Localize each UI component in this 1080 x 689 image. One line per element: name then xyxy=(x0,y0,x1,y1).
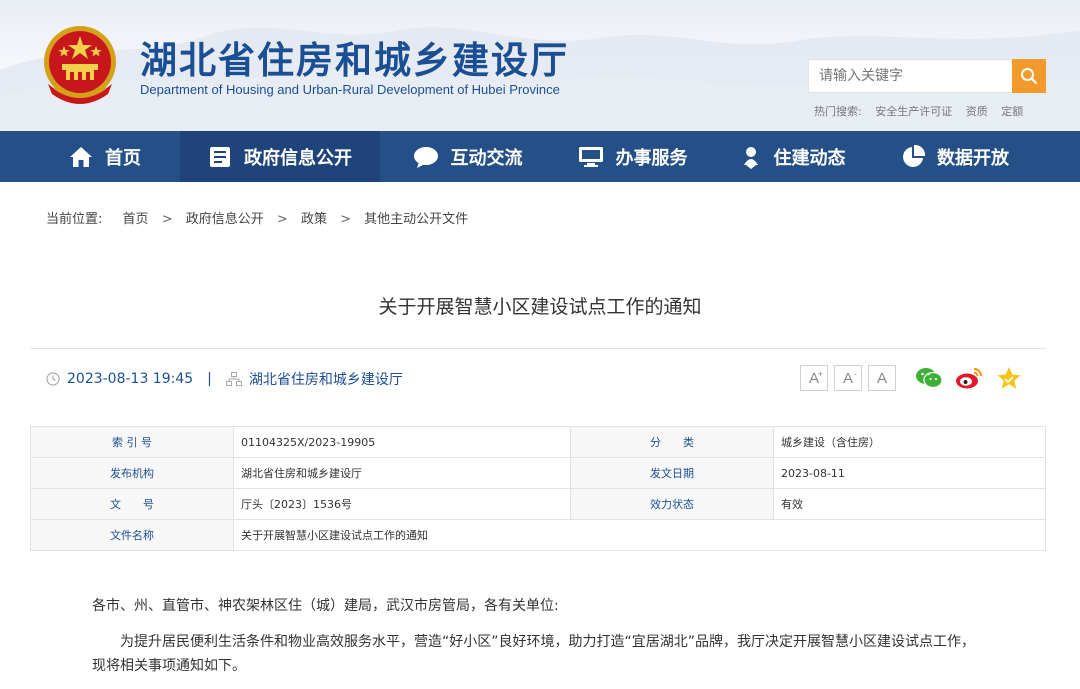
nav-item-label: 互动交流 xyxy=(450,147,523,169)
info-value: 城乡建设（含住房） xyxy=(773,426,1046,458)
home-icon xyxy=(70,146,92,167)
breadcrumb-separator: > xyxy=(276,212,288,227)
weibo-icon xyxy=(956,368,982,389)
info-key: 发文日期 xyxy=(570,457,774,489)
info-value: 01104325X/2023-19905 xyxy=(233,426,571,458)
breadcrumb-item-gov-info[interactable]: 政府信息公开 xyxy=(186,212,264,227)
nav-item-label: 数据开放 xyxy=(937,147,1009,169)
breadcrumb: 当前位置: 首页 > 政府信息公开 > 政策 > 其他主动公开文件 xyxy=(46,208,468,227)
table-row: 文件名称 关于开展智慧小区建设试点工作的通知 xyxy=(30,519,1046,551)
search-box xyxy=(808,59,1046,93)
site-header: 湖北省住房和城乡建设厅 Department of Housing and Ur… xyxy=(0,0,1080,131)
document-list-icon xyxy=(210,146,230,167)
org-chart-icon xyxy=(225,372,242,386)
search-input[interactable] xyxy=(808,59,1012,93)
national-emblem-icon xyxy=(44,26,116,104)
site-title: 湖北省住房和城乡建设厅 xyxy=(140,39,569,82)
info-value: 有效 xyxy=(773,488,1046,520)
info-key: 发布机构 xyxy=(30,457,234,489)
breadcrumb-separator: > xyxy=(161,212,173,227)
font-increase-button[interactable]: A + xyxy=(800,365,828,391)
favorite-button[interactable] xyxy=(994,364,1024,392)
salutation: 各市、州、直管市、神农架林区住（城）建局，武汉市房管局，各有关单位: xyxy=(92,598,559,614)
wechat-icon xyxy=(916,368,943,389)
nav-item-gov-info[interactable]: 政府信息公开 xyxy=(180,131,380,182)
nav-item-interaction[interactable]: 互动交流 xyxy=(380,131,555,182)
site-subtitle: Department of Housing and Urban-Rural De… xyxy=(140,82,560,97)
main-nav: 首页 政府信息公开 互动交流 办事服务 住建动态 数据开放 xyxy=(0,131,1080,182)
font-button-sup: - xyxy=(854,369,857,379)
document-info-table: 索 引 号 01104325X/2023-19905 分 类 城乡建设（含住房）… xyxy=(30,426,1046,551)
breadcrumb-item-policy[interactable]: 政策 xyxy=(301,212,327,227)
nav-item-label: 办事服务 xyxy=(615,147,688,169)
divider xyxy=(30,348,1046,349)
breadcrumb-separator: > xyxy=(340,212,351,227)
font-reset-button[interactable]: A xyxy=(868,365,896,391)
nav-item-services[interactable]: 办事服务 xyxy=(555,131,710,182)
hot-search-item[interactable]: 安全生产许可证 xyxy=(875,105,952,118)
publish-datetime: 2023-08-13 19:45 xyxy=(67,371,194,387)
table-row: 索 引 号 01104325X/2023-19905 分 类 城乡建设（含住房） xyxy=(30,426,1046,458)
font-button-label: A xyxy=(876,369,887,387)
breadcrumb-item-home[interactable]: 首页 xyxy=(123,212,149,227)
breadcrumb-item-other-files[interactable]: 其他主动公开文件 xyxy=(364,212,468,227)
favorite-star-icon xyxy=(997,367,1021,389)
nav-item-label: 住建动态 xyxy=(773,147,846,169)
nav-item-label: 首页 xyxy=(105,147,141,169)
share-wechat-button[interactable] xyxy=(914,364,944,392)
share-bar xyxy=(914,364,1034,392)
info-key: 文 号 xyxy=(30,488,234,520)
clock-icon xyxy=(46,372,60,386)
meta-divider: | xyxy=(207,371,212,387)
font-button-label: A xyxy=(842,369,853,387)
info-key: 效力状态 xyxy=(570,488,774,520)
info-value: 湖北省住房和城乡建设厅 xyxy=(233,457,571,489)
info-key: 分 类 xyxy=(570,426,774,458)
share-weibo-button[interactable] xyxy=(954,364,984,392)
search-button[interactable] xyxy=(1012,59,1046,93)
info-value: 厅头〔2023〕1536号 xyxy=(233,488,571,520)
pie-chart-icon xyxy=(903,144,925,167)
article-body: 各市、州、直管市、神农架林区住（城）建局，武汉市房管局，各有关单位: 为提升居民… xyxy=(92,592,992,680)
hot-search: 热门搜索: 安全生产许可证 资质 定额 xyxy=(814,103,1033,119)
nav-item-news[interactable]: 住建动态 xyxy=(710,131,875,182)
search-icon xyxy=(1021,68,1038,85)
nav-item-open-data[interactable]: 数据开放 xyxy=(875,131,1035,182)
hot-search-label: 热门搜索: xyxy=(814,105,862,118)
info-key: 索 引 号 xyxy=(30,426,234,458)
table-row: 发布机构 湖北省住房和城乡建设厅 发文日期 2023-08-11 xyxy=(30,457,1046,489)
font-size-controls: A + A- A xyxy=(800,365,902,391)
info-key: 文件名称 xyxy=(30,519,234,551)
publish-source: 湖北省住房和城乡建设厅 xyxy=(248,372,403,388)
hot-search-item[interactable]: 定额 xyxy=(1001,105,1023,118)
breadcrumb-lead: 当前位置: xyxy=(46,212,103,227)
info-value: 2023-08-11 xyxy=(773,457,1046,489)
font-button-sup: + xyxy=(817,369,823,379)
hot-search-item[interactable]: 资质 xyxy=(966,105,988,118)
article-title: 关于开展智慧小区建设试点工作的通知 xyxy=(378,296,702,318)
monitor-icon xyxy=(578,146,603,167)
chat-bubble-icon xyxy=(413,146,438,168)
nav-item-home[interactable]: 首页 xyxy=(30,131,180,182)
table-row: 文 号 厅头〔2023〕1536号 效力状态 有效 xyxy=(30,488,1046,520)
article-meta: 2023-08-13 19:45 | 湖北省住房和城乡建设厅 xyxy=(46,369,403,389)
nav-item-label: 政府信息公开 xyxy=(244,147,352,169)
info-value: 关于开展智慧小区建设试点工作的通知 xyxy=(233,519,1046,551)
person-pin-icon xyxy=(743,146,758,169)
font-decrease-button[interactable]: A- xyxy=(834,365,862,391)
body-paragraph-continued: 现将相关事项通知如下。 xyxy=(92,658,246,674)
